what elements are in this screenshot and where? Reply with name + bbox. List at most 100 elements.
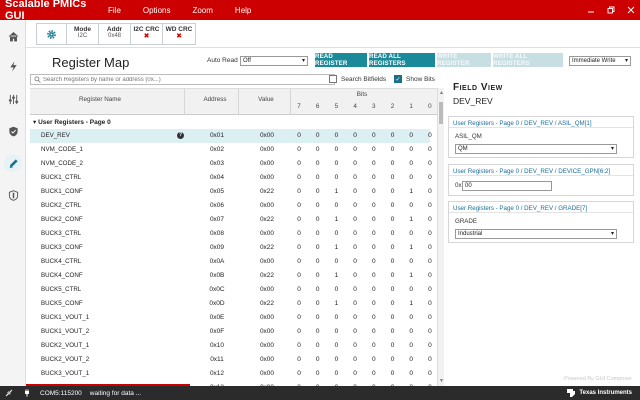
- column-value[interactable]: Value: [240, 96, 292, 103]
- bit-cell[interactable]: 0: [293, 216, 305, 223]
- bit-cell[interactable]: 0: [405, 174, 417, 181]
- bit-cell[interactable]: 0: [368, 286, 380, 293]
- bit-cell[interactable]: 0: [312, 328, 324, 335]
- bit-cell[interactable]: 0: [349, 356, 361, 363]
- home-icon[interactable]: [5, 28, 21, 44]
- bit-cell[interactable]: 0: [387, 202, 399, 209]
- grade-select[interactable]: Industrial ▾: [455, 229, 617, 239]
- bit-cell[interactable]: 0: [368, 230, 380, 237]
- bit-cell[interactable]: 0: [312, 356, 324, 363]
- bit-cell[interactable]: 0: [330, 132, 342, 139]
- bit-cell[interactable]: 0: [424, 314, 436, 321]
- bit-cell[interactable]: 0: [312, 174, 324, 181]
- table-row[interactable]: BUCK1_CONF 0x05 0x22 0 0 1 0 0 0 1 0: [30, 185, 432, 199]
- bit-cell[interactable]: 0: [312, 342, 324, 349]
- register-value[interactable]: 0x00: [252, 230, 282, 237]
- register-value[interactable]: 0x00: [252, 314, 282, 321]
- search-bitfields-toggle[interactable]: Search Bitfields: [329, 75, 386, 83]
- show-bits-checkbox[interactable]: ✓: [394, 75, 402, 83]
- bit-cell[interactable]: 0: [349, 286, 361, 293]
- bit-cell[interactable]: 0: [405, 160, 417, 167]
- bit-cell[interactable]: 0: [405, 286, 417, 293]
- bit-cell[interactable]: 0: [387, 258, 399, 265]
- bit-cell[interactable]: 0: [368, 370, 380, 377]
- bit-cell[interactable]: 0: [330, 174, 342, 181]
- bit-cell[interactable]: 0: [424, 146, 436, 153]
- register-value[interactable]: 0x00: [252, 132, 282, 139]
- bit-cell[interactable]: 0: [424, 342, 436, 349]
- connection-icon[interactable]: [0, 389, 18, 397]
- bit-cell[interactable]: 0: [368, 202, 380, 209]
- table-row[interactable]: BUCK5_CONF 0x0D 0x22 0 0 1 0 0 0 1 0: [30, 297, 432, 311]
- bit-cell[interactable]: 0: [349, 314, 361, 321]
- bit-cell[interactable]: 0: [424, 188, 436, 195]
- show-bits-toggle[interactable]: ✓ Show Bits: [394, 75, 435, 83]
- asil-qm-select[interactable]: QM ▾: [455, 144, 617, 154]
- bit-cell[interactable]: 0: [349, 342, 361, 349]
- menu-zoom[interactable]: Zoom: [192, 6, 212, 15]
- bit-cell[interactable]: 0: [349, 146, 361, 153]
- register-value[interactable]: 0x22: [252, 244, 282, 251]
- bit-cell[interactable]: 0: [330, 342, 342, 349]
- bit-cell[interactable]: 0: [405, 202, 417, 209]
- bit-cell[interactable]: 0: [293, 174, 305, 181]
- bit-cell[interactable]: 1: [330, 188, 342, 195]
- bit-cell[interactable]: 0: [368, 328, 380, 335]
- table-row[interactable]: BUCK5_CTRL 0x0C 0x00 0 0 0 0 0 0 0 0: [30, 283, 432, 297]
- register-value[interactable]: 0x00: [252, 286, 282, 293]
- bit-cell[interactable]: 0: [424, 230, 436, 237]
- register-value[interactable]: 0x00: [252, 342, 282, 349]
- table-row[interactable]: BUCK2_CONF 0x07 0x22 0 0 1 0 0 0 1 0: [30, 213, 432, 227]
- bit-cell[interactable]: 0: [387, 146, 399, 153]
- bit-cell[interactable]: 0: [368, 216, 380, 223]
- register-value[interactable]: 0x22: [252, 300, 282, 307]
- bit-cell[interactable]: 0: [349, 370, 361, 377]
- bit-cell[interactable]: 0: [368, 258, 380, 265]
- bit-cell[interactable]: 0: [405, 230, 417, 237]
- bit-cell[interactable]: 1: [330, 300, 342, 307]
- bit-cell[interactable]: 0: [293, 258, 305, 265]
- register-value[interactable]: 0x00: [252, 160, 282, 167]
- register-value[interactable]: 0x00: [252, 174, 282, 181]
- bit-cell[interactable]: 0: [387, 328, 399, 335]
- bit-cell[interactable]: 0: [349, 272, 361, 279]
- scrollbar-thumb[interactable]: [439, 102, 443, 124]
- device-gpn-input[interactable]: 00: [462, 181, 552, 191]
- scroll-down-icon[interactable]: ▼: [438, 378, 445, 384]
- bit-cell[interactable]: 0: [293, 272, 305, 279]
- table-row[interactable]: NVM_CODE_1 0x02 0x00 0 0 0 0 0 0 0 0: [30, 143, 432, 157]
- restore-icon[interactable]: [602, 0, 620, 20]
- bit-cell[interactable]: 0: [312, 314, 324, 321]
- bit-cell[interactable]: 0: [293, 286, 305, 293]
- shield-icon[interactable]: [5, 187, 21, 203]
- bit-cell[interactable]: 0: [349, 258, 361, 265]
- bit-cell[interactable]: 0: [424, 328, 436, 335]
- menu-help[interactable]: Help: [235, 6, 251, 15]
- register-value[interactable]: 0x00: [252, 328, 282, 335]
- search-bitfields-checkbox[interactable]: [329, 75, 337, 83]
- bit-cell[interactable]: 0: [349, 230, 361, 237]
- bit-cell[interactable]: 0: [424, 202, 436, 209]
- bit-cell[interactable]: 0: [368, 146, 380, 153]
- bit-cell[interactable]: 0: [387, 370, 399, 377]
- read-register-button[interactable]: READ REGISTER: [315, 53, 367, 67]
- register-value[interactable]: 0x00: [252, 370, 282, 377]
- bit-cell[interactable]: 1: [330, 216, 342, 223]
- bit-cell[interactable]: 0: [387, 132, 399, 139]
- bit-cell[interactable]: 0: [293, 328, 305, 335]
- register-value[interactable]: 0x22: [252, 216, 282, 223]
- bit-cell[interactable]: 0: [368, 132, 380, 139]
- bit-cell[interactable]: 0: [387, 174, 399, 181]
- scroll-up-icon[interactable]: ▲: [438, 90, 445, 96]
- bit-cell[interactable]: 0: [405, 342, 417, 349]
- bit-cell[interactable]: 0: [330, 202, 342, 209]
- bit-cell[interactable]: 0: [387, 230, 399, 237]
- bit-cell[interactable]: 0: [387, 342, 399, 349]
- bit-cell[interactable]: 0: [424, 300, 436, 307]
- bit-cell[interactable]: 0: [368, 272, 380, 279]
- auto-read-select[interactable]: Off ▾: [240, 56, 308, 66]
- lightning-icon[interactable]: [5, 58, 21, 74]
- bit-cell[interactable]: 0: [293, 300, 305, 307]
- bit-cell[interactable]: 0: [349, 202, 361, 209]
- bit-cell[interactable]: 0: [330, 160, 342, 167]
